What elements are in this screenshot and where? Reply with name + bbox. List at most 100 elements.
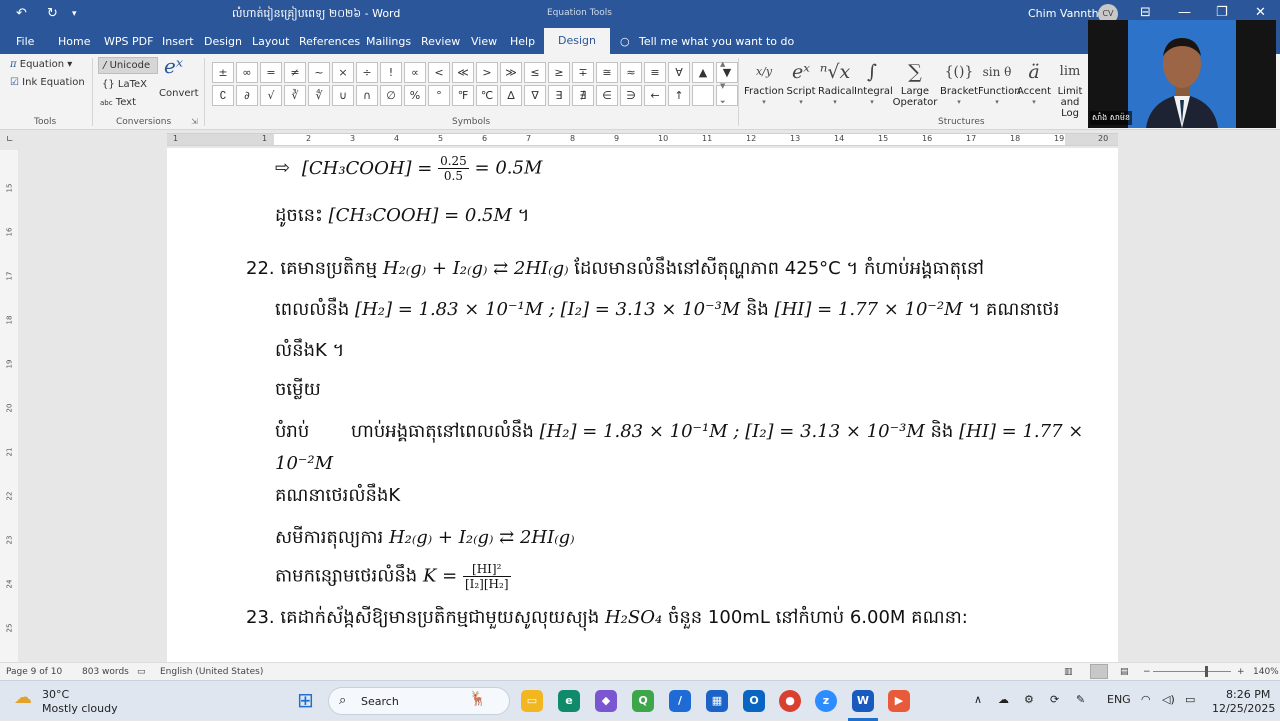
accent-button[interactable]: ä Accent ▾ (1016, 58, 1052, 106)
document-page[interactable]: ⇨ [CH₃COOH] = 0.25 0.5 = 0.5M ដូចនេះ [CH₃… (167, 148, 1118, 662)
ruler-corner-icon[interactable]: ∟ (6, 135, 14, 145)
symbol-button[interactable]: ≅ (596, 62, 618, 83)
redo-icon[interactable]: ↻ (47, 6, 58, 21)
symbol-button[interactable]: ℃ (476, 85, 498, 106)
security-icon[interactable]: ⚙ (1024, 693, 1034, 706)
symbol-button[interactable]: ~ (308, 62, 330, 83)
symbol-button[interactable]: ≪ (452, 62, 474, 83)
language-indicator[interactable]: English (United States) (160, 667, 263, 677)
pen-icon[interactable]: ✎ (1076, 693, 1085, 706)
symbol-button[interactable] (692, 85, 714, 106)
zoom-level[interactable]: 140% (1253, 667, 1279, 677)
web-layout-icon[interactable]: ▤ (1120, 667, 1129, 677)
symbol-button[interactable]: ≠ (284, 62, 306, 83)
symbol-button[interactable]: ∈ (596, 85, 618, 106)
gallery-more-icon[interactable]: ⏷ (720, 98, 726, 107)
read-mode-icon[interactable]: ▥ (1064, 667, 1073, 677)
equation-text[interactable]: [CH₃COOH] = 0.5M (329, 205, 512, 226)
customize-quick-access-icon[interactable]: ▾ (72, 9, 77, 19)
symbol-button[interactable]: ∓ (572, 62, 594, 83)
radical-button[interactable]: ⁿ√x Radical ▾ (818, 58, 854, 106)
word-count[interactable]: 803 words (82, 667, 129, 677)
tab-review[interactable]: Review (421, 35, 460, 48)
symbol-button[interactable]: ∝ (404, 62, 426, 83)
equation-button[interactable]: π Equation ▾ (10, 59, 72, 70)
symbol-button[interactable]: ∅ (380, 85, 402, 106)
restore-icon[interactable]: ❐ (1216, 5, 1228, 20)
zoom-app-icon[interactable]: z (815, 690, 837, 712)
symbol-button[interactable]: √ (260, 85, 282, 106)
script-button[interactable]: eˣ Script ▾ (786, 58, 816, 106)
equation-text[interactable]: [H₂] = 1.83 × 10⁻¹M ; [I₂] = 3.13 × 10⁻³… (540, 421, 925, 442)
equation-text[interactable]: H₂SO₄ (605, 607, 662, 628)
symbol-button[interactable]: ↑ (668, 85, 690, 106)
equation-text[interactable]: [HI] = 1.77 × 10⁻²M (775, 299, 963, 320)
page-count[interactable]: Page 9 of 10 (6, 667, 62, 677)
dialog-launcher-icon[interactable]: ⇲ (191, 117, 198, 126)
tab-design-doc[interactable]: Design (204, 35, 242, 48)
undo-icon[interactable]: ↶ (16, 6, 27, 21)
chrome-icon[interactable]: ● (779, 690, 801, 712)
symbol-button[interactable]: ∪ (332, 85, 354, 106)
symbol-button[interactable]: × (332, 62, 354, 83)
bracket-button[interactable]: {()} Bracket ▾ (940, 58, 978, 106)
equation-text[interactable]: = 0.5M (475, 158, 543, 179)
equation-text[interactable]: K = (423, 566, 457, 587)
limit-log-button[interactable]: lim Limit and Log (1052, 58, 1088, 119)
zoom-out-icon[interactable]: − (1143, 667, 1151, 677)
wifi-icon[interactable]: ◠ (1141, 693, 1151, 706)
symbol-button[interactable]: ∩ (356, 85, 378, 106)
close-icon[interactable]: ✕ (1255, 5, 1266, 20)
symbol-button[interactable]: ∋ (620, 85, 642, 106)
ink-equation-button[interactable]: ☑ Ink Equation (10, 77, 85, 88)
recording-app-icon[interactable]: ▶ (888, 690, 910, 712)
integral-button[interactable]: ∫ Integral ▾ (854, 58, 893, 106)
symbol-button[interactable]: ! (380, 62, 402, 83)
tray-overflow-icon[interactable]: ∧ (974, 693, 982, 706)
symbol-button[interactable]: = (260, 62, 282, 83)
zoom-slider[interactable] (1153, 671, 1231, 672)
windows-start-icon[interactable]: ⊞ (297, 688, 314, 712)
zoom-slider-thumb[interactable] (1205, 666, 1209, 677)
equation-text[interactable]: H₂₍g₎ + I₂₍g₎ ⇄ 2HI₍g₎ (389, 527, 575, 548)
tab-mailings[interactable]: Mailings (366, 35, 411, 48)
clock-time[interactable]: 8:26 PM (1226, 688, 1270, 701)
symbol-button[interactable]: > (476, 62, 498, 83)
symbol-button[interactable]: ∃ (548, 85, 570, 106)
horizontal-ruler[interactable]: 1 1 2 3 4 5 6 7 8 9 10 11 12 13 14 15 16 17 18 19 20 (167, 133, 1118, 146)
onedrive-icon[interactable]: ☁ (998, 693, 1009, 706)
tab-view[interactable]: View (471, 35, 497, 48)
text-button[interactable]: abc Text (100, 97, 136, 108)
symbol-button[interactable]: ∀ (668, 62, 690, 83)
symbol-button[interactable]: ∛ (284, 85, 306, 106)
tab-equation-design[interactable]: Design (544, 28, 610, 54)
fraction-button[interactable]: x/y Fraction ▾ (744, 58, 784, 106)
tab-layout[interactable]: Layout (252, 35, 289, 48)
weather-temp[interactable]: 30°C (42, 688, 69, 701)
gallery-scroll-up-icon[interactable]: ▲ (720, 60, 725, 68)
symbol-button[interactable]: ≡ (644, 62, 666, 83)
battery-icon[interactable]: ▭ (1185, 693, 1195, 706)
equation-text[interactable]: [HI] = 1.77 × (959, 421, 1083, 442)
user-name[interactable]: Chim Vanntha (1028, 7, 1105, 20)
tab-home[interactable]: Home (58, 35, 90, 48)
sync-icon[interactable]: ⟳ (1050, 693, 1059, 706)
word-icon[interactable]: W (852, 690, 874, 712)
ribbon-display-icon[interactable]: ⊟ (1140, 5, 1151, 20)
edge-icon[interactable]: e (558, 690, 580, 712)
symbol-button[interactable]: ← (644, 85, 666, 106)
symbol-button[interactable]: ℉ (452, 85, 474, 106)
tab-file[interactable]: File (16, 35, 34, 48)
symbol-button[interactable]: ≫ (500, 62, 522, 83)
qq-icon[interactable]: Q (632, 690, 654, 712)
symbol-button[interactable]: ≤ (524, 62, 546, 83)
symbol-button[interactable]: < (428, 62, 450, 83)
symbol-button[interactable]: ≈ (620, 62, 642, 83)
pen-app-icon[interactable]: / (669, 690, 691, 712)
tab-wps-pdf[interactable]: WPS PDF (104, 35, 153, 48)
taskbar-search[interactable]: ⌕ Search 🦌 (328, 687, 510, 715)
print-layout-icon[interactable] (1090, 664, 1108, 679)
symbol-button[interactable]: ▲ (692, 62, 714, 83)
tell-me-search[interactable]: Tell me what you want to do (639, 35, 794, 48)
tab-help[interactable]: Help (510, 35, 535, 48)
